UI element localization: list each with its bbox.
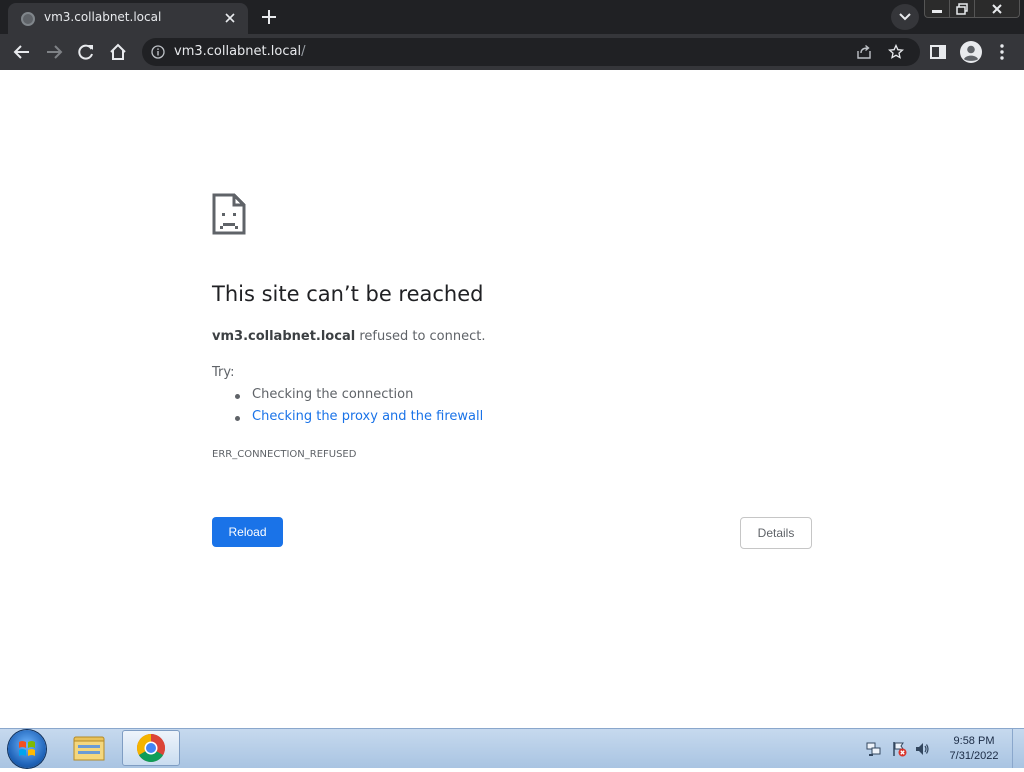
minimize-icon [932,9,942,13]
sad-page-icon [212,193,246,235]
volume-icon[interactable] [914,741,930,757]
tab-strip: vm3.collabnet.local [0,0,1024,34]
reload-icon[interactable] [76,42,96,62]
profile-icon[interactable] [959,40,983,64]
tab-search-button[interactable] [891,4,919,30]
chrome-icon [137,734,165,762]
network-icon[interactable] [866,741,882,757]
home-icon[interactable] [108,42,128,62]
start-button[interactable] [8,730,46,768]
taskbar-chrome-button[interactable] [122,730,180,766]
error-page: This site can’t be reached vm3.collabnet… [0,70,1024,728]
minimize-button[interactable] [924,0,950,18]
suggestion-check-proxy-firewall-link[interactable]: Checking the proxy and the firewall [212,409,483,431]
details-button[interactable]: Details [740,517,812,549]
clock-time: 9:58 PM [953,735,995,747]
new-tab-icon[interactable] [258,6,280,28]
reload-button[interactable]: Reload [212,517,283,547]
tab-title: vm3.collabnet.local [44,10,162,24]
suggestion-list: Checking the connection Checking the pro… [212,387,483,431]
browser-toolbar: vm3.collabnet.local/ [0,34,1024,70]
url-path: / [301,44,306,59]
restore-icon [956,2,968,15]
clock-date: 7/31/2022 [949,750,999,762]
show-desktop-button[interactable] [1012,729,1024,768]
chevron-down-icon [899,13,911,21]
windows-logo-icon [19,741,35,756]
close-window-button[interactable] [975,0,1020,18]
try-label: Try: [212,365,235,380]
kebab-menu-icon[interactable] [992,42,1012,62]
info-icon[interactable] [151,45,165,59]
taskbar-explorer-button[interactable] [60,730,118,766]
star-icon[interactable] [888,44,904,60]
suggestion-check-connection: Checking the connection [212,387,483,409]
globe-icon [21,12,35,26]
error-description: vm3.collabnet.local refused to connect. [212,329,486,344]
forward-arrow-icon[interactable] [44,42,64,62]
error-host: vm3.collabnet.local [212,329,356,344]
restore-button[interactable] [950,0,975,18]
system-clock[interactable]: 9:58 PM 7/31/2022 [940,734,1008,764]
url-host: vm3.collabnet.local [174,44,302,59]
tab-active[interactable]: vm3.collabnet.local [8,3,248,34]
close-icon [992,3,1002,14]
address-bar[interactable]: vm3.collabnet.local/ [142,38,920,66]
action-center-flag-icon[interactable] [891,741,907,757]
error-title: This site can’t be reached [212,282,484,306]
address-url[interactable]: vm3.collabnet.local/ [174,44,305,59]
close-tab-icon[interactable] [222,10,238,26]
share-icon[interactable] [856,44,872,60]
windows-taskbar: 9:58 PM 7/31/2022 [0,728,1024,768]
back-arrow-icon[interactable] [12,42,32,62]
side-panel-icon[interactable] [928,42,948,62]
window-controls [924,0,1020,18]
error-message: refused to connect. [359,329,486,344]
error-code: ERR_CONNECTION_REFUSED [212,449,357,460]
folder-icon [73,736,105,761]
